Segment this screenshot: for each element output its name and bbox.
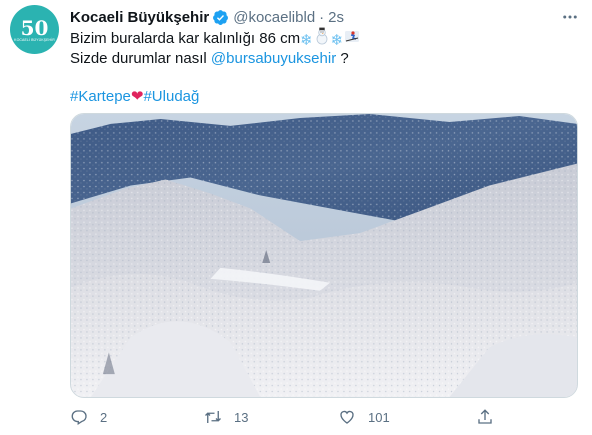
hashtag-kartepe[interactable]: #Kartepe [70,88,131,105]
account-name[interactable]: Kocaeli Büyükşehir [70,9,209,26]
like-count: 101 [368,409,390,425]
share-icon [478,409,492,424]
tweet-line-1-text: Bizim buralarda kar kalınlığı 86 cm [70,30,301,47]
tweet-text: Bizim buralarda kar kalınlığı 86 cm❄ ❄ Si… [70,27,570,69]
share-button[interactable] [476,404,494,430]
avatar-number: 50 [20,16,49,40]
account-handle[interactable]: @kocaelibld [233,9,315,26]
like-icon [340,410,354,424]
tweet-header: Kocaeli Büyükşehir @kocaelibld · 2s [70,7,344,27]
verified-badge-icon [213,9,229,25]
media-video[interactable] [70,113,578,398]
reply-count: 2 [100,409,108,425]
tweet-line-2-text: Sizde durumlar nasıl [70,50,211,67]
avatar-text: KOCAELİ BÜYÜKŞEHİR [14,38,55,42]
mention-link[interactable]: @bursabuyuksehir [211,50,336,67]
reply-icon [71,410,87,425]
snowman-icon [316,27,328,45]
more-icon[interactable] [558,7,582,27]
separator-dot: · [319,8,325,26]
more-dots-icon [563,15,577,19]
hashtags: #Kartepe❤#Uludağ [70,86,199,107]
tweet-line-1: Bizim buralarda kar kalınlığı 86 cm❄ ❄ [70,27,570,49]
tweet-actions: 2 13 101 [70,404,510,430]
avatar[interactable]: 50 KOCAELİ BÜYÜKŞEHİR [10,5,59,54]
retweet-button[interactable]: 13 [204,404,248,430]
retweet-count: 13 [234,409,249,425]
tweet-line-2: Sizde durumlar nasıl @bursabuyuksehir ? [70,48,570,69]
retweet-icon [205,411,221,423]
tweet[interactable]: 50 KOCAELİ BÜYÜKŞEHİR Kocaeli Büyükşehir… [0,0,592,435]
like-button[interactable]: 101 [338,404,390,430]
timestamp[interactable]: 2s [328,9,344,26]
reply-button[interactable]: 2 [70,404,107,430]
tweet-line-2-suffix: ? [336,50,349,67]
hashtag-uludag[interactable]: #Uludağ [143,88,199,105]
snowy-mountain-image [71,114,577,397]
skier-icon [345,31,360,42]
red-heart-icon: ❤ [130,88,144,105]
